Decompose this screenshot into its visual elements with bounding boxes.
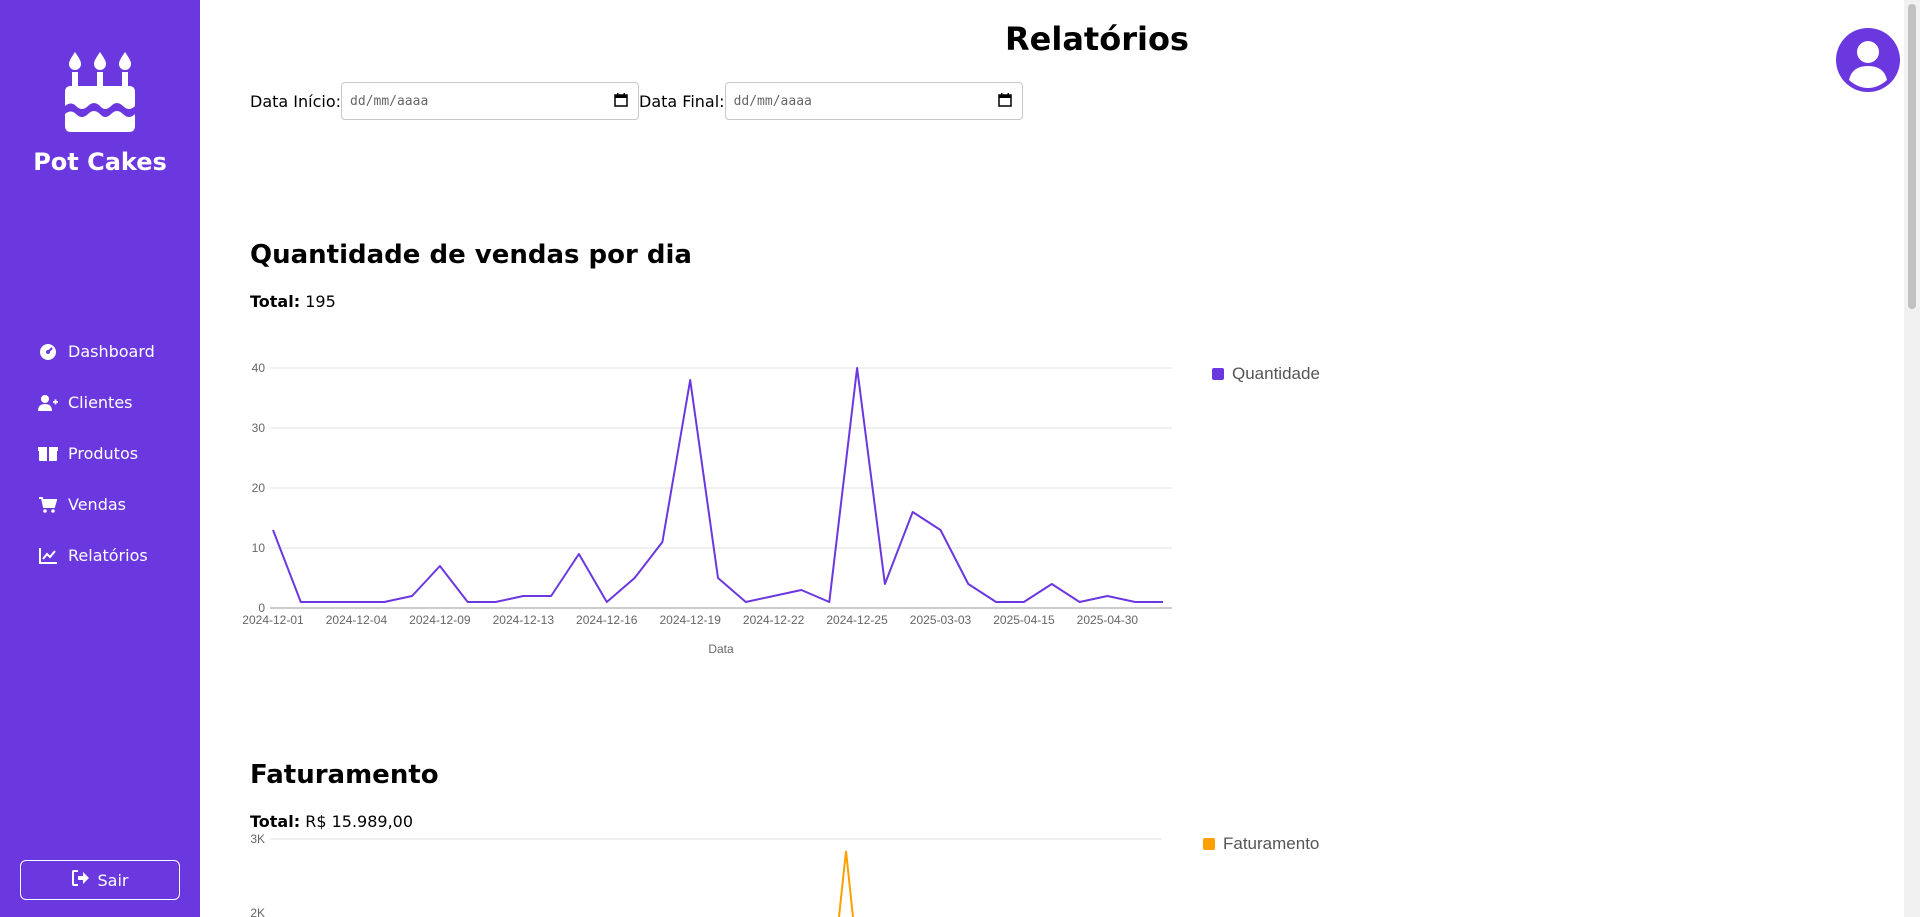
revenue-chart-title: Faturamento: [250, 760, 439, 790]
series-line-quantidade: [272, 367, 1163, 603]
sidebar-item-relatorios[interactable]: Relatórios: [0, 530, 200, 581]
sign-out-icon: [71, 869, 90, 891]
user-plus-icon: [38, 394, 58, 412]
gauge-icon: [38, 343, 58, 361]
sidebar-item-label: Clientes: [68, 393, 133, 412]
x-tick-label: 2025-04-30: [1077, 613, 1139, 627]
cart-icon: [38, 496, 58, 514]
x-tick-label: 2024-12-16: [576, 613, 638, 627]
revenue-line-chart: 3K 2K Faturamento: [250, 832, 1319, 917]
legend-label: Quantidade: [1232, 364, 1320, 383]
sales-chart-title: Quantidade de vendas por dia: [250, 240, 692, 270]
calendar-icon[interactable]: [997, 92, 1012, 111]
brand-name: Pot Cakes: [33, 148, 167, 176]
logout-button[interactable]: Sair: [20, 860, 180, 900]
x-tick-label: 2024-12-04: [326, 613, 388, 627]
date-filters: Data Início: dd/mm/aaaa Data Final: dd/m…: [250, 82, 1023, 120]
end-date-placeholder: dd/mm/aaaa: [733, 93, 812, 109]
x-tick-label: 2024-12-13: [493, 613, 555, 627]
user-avatar-icon[interactable]: [1836, 28, 1900, 92]
legend-label: Faturamento: [1223, 834, 1319, 853]
scrollbar-thumb[interactable]: [1908, 4, 1916, 309]
sales-total: Total: 195: [250, 292, 336, 311]
y-tick-label: 30: [252, 421, 266, 435]
sidebar-item-label: Dashboard: [68, 342, 155, 361]
start-date-input[interactable]: dd/mm/aaaa: [341, 82, 640, 120]
x-tick-label: 2024-12-09: [409, 613, 471, 627]
sales-line-chart: 0102030402024-12-01 2024-12-04 2024-12-09 2…: [242, 361, 1320, 656]
y-tick-label: 10: [252, 541, 266, 555]
scrollbar[interactable]: [1904, 0, 1920, 917]
boxes-icon: [38, 445, 58, 463]
sidebar: Pot Cakes Dashboard Clientes Produtos Ve…: [0, 0, 200, 917]
y-tick-label: 2K: [250, 906, 265, 917]
sales-total-value: 195: [305, 292, 336, 311]
sales-total-label: Total:: [250, 292, 301, 311]
x-tick-label: 2025-04-15: [993, 613, 1055, 627]
x-tick-label: 2024-12-25: [826, 613, 888, 627]
y-tick-label: 20: [252, 481, 266, 495]
logout-label: Sair: [97, 870, 129, 890]
x-tick-label: 2024-12-01: [242, 613, 304, 627]
legend-swatch: [1203, 838, 1215, 850]
y-tick-label: 3K: [250, 832, 265, 846]
legend-swatch: [1212, 368, 1224, 380]
end-date-input[interactable]: dd/mm/aaaa: [724, 82, 1023, 120]
chart-line-icon: [38, 547, 58, 565]
end-date-label: Data Final:: [639, 91, 725, 111]
sidebar-item-label: Produtos: [68, 444, 139, 463]
x-tick-label: 2024-12-19: [659, 613, 721, 627]
start-date-placeholder: dd/mm/aaaa: [350, 93, 429, 109]
sidebar-item-produtos[interactable]: Produtos: [0, 428, 200, 479]
sidebar-item-label: Relatórios: [68, 546, 148, 565]
x-tick-label: 2024-12-22: [743, 613, 805, 627]
sidebar-item-dashboard[interactable]: Dashboard: [0, 326, 200, 377]
start-date-label: Data Início:: [250, 91, 342, 111]
y-tick-label: 40: [252, 361, 266, 375]
sidebar-item-vendas[interactable]: Vendas: [0, 479, 200, 530]
x-tick-label: 2025-03-03: [910, 613, 972, 627]
calendar-icon[interactable]: [614, 92, 628, 111]
x-axis-label: Data: [708, 642, 734, 656]
cake-logo-icon: [65, 52, 135, 132]
series-line-faturamento: [838, 850, 854, 917]
sidebar-item-clientes[interactable]: Clientes: [0, 377, 200, 428]
sidebar-item-label: Vendas: [68, 495, 126, 514]
sidebar-nav: Dashboard Clientes Produtos Vendas Relat…: [0, 326, 200, 581]
page-title: Relatórios: [1005, 20, 1189, 58]
